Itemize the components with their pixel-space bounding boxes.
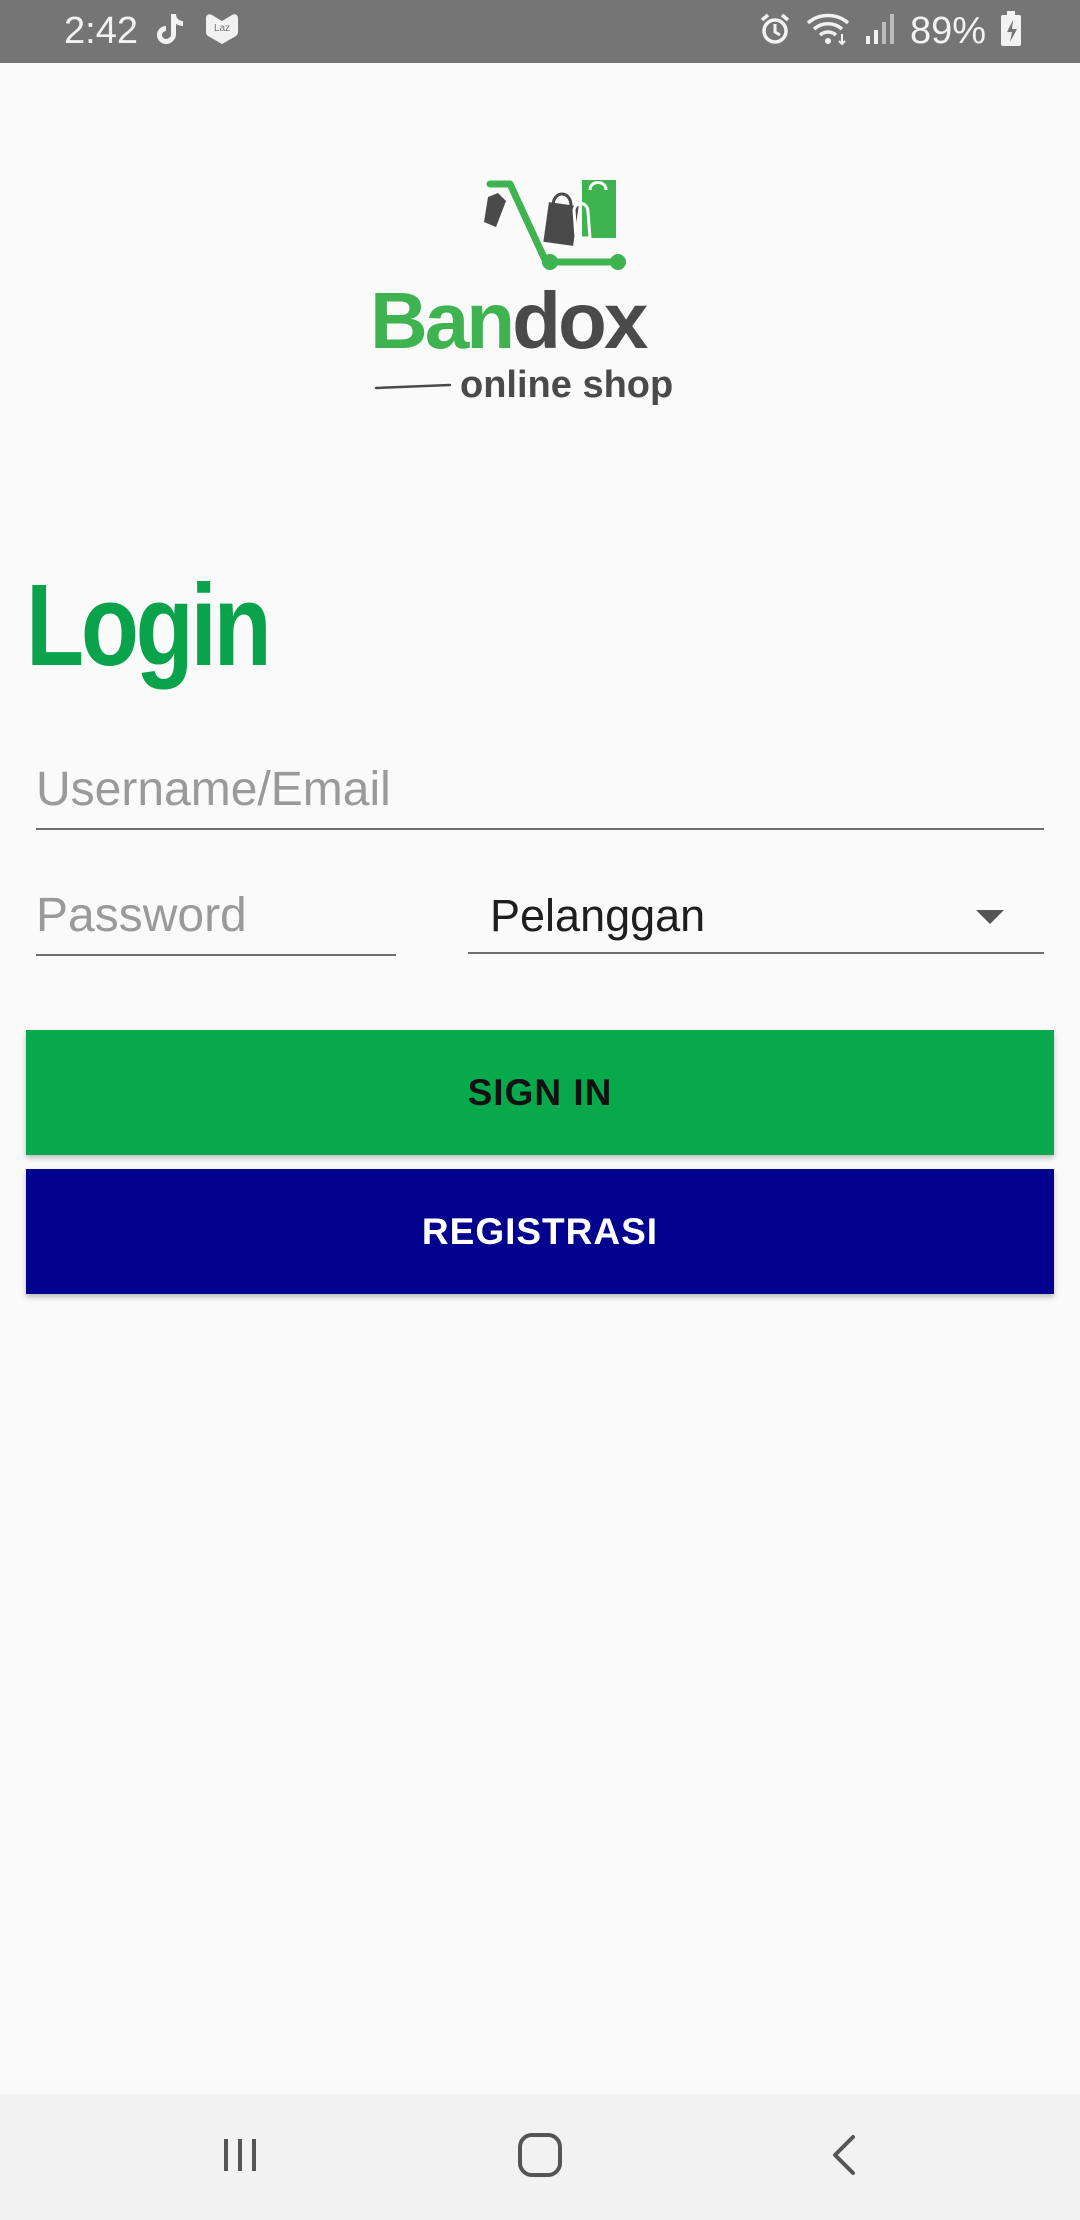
svg-text:Bandox: Bandox — [370, 276, 648, 365]
notification-icons: Laz — [155, 12, 241, 51]
role-selected-value: Pelanggan — [490, 890, 706, 941]
status-time: 2:42 — [64, 10, 138, 52]
shopping-cart-icon — [484, 180, 626, 270]
back-icon — [825, 2131, 865, 2184]
status-bar: 2:42 Laz 89% — [0, 0, 1080, 63]
back-button[interactable] — [745, 2094, 945, 2220]
logo-tagline: online shop — [460, 364, 673, 406]
password-input[interactable] — [36, 876, 396, 954]
username-field — [36, 750, 1044, 830]
password-field — [36, 876, 396, 956]
login-screen: 2:42 Laz 89% Bandox online shop Login Us… — [0, 0, 1080, 2220]
username-input[interactable] — [36, 750, 1044, 828]
home-button[interactable] — [440, 2094, 640, 2220]
recent-apps-icon — [218, 2133, 262, 2182]
page-title: Login — [26, 560, 272, 690]
alarm-icon — [758, 12, 792, 51]
tiktok-icon — [155, 12, 185, 51]
role-dropdown[interactable]: Pelanggan — [468, 878, 1044, 954]
recent-apps-button[interactable] — [140, 2094, 340, 2220]
sign-in-button[interactable]: SIGN IN — [26, 1030, 1054, 1155]
register-button[interactable]: REGISTRASI — [26, 1169, 1054, 1294]
wifi-icon — [806, 12, 850, 51]
lazada-icon: Laz — [203, 12, 241, 51]
system-status-icons: 89% — [758, 9, 1022, 53]
bandox-logo: Bandox online shop — [370, 170, 710, 410]
home-icon — [516, 2131, 564, 2184]
battery-charging-icon — [1000, 10, 1022, 52]
signal-icon — [864, 12, 896, 51]
battery-percent: 89% — [909, 10, 986, 52]
dropdown-arrow-icon — [976, 910, 1004, 924]
system-nav-bar — [0, 2094, 1080, 2220]
svg-text:Laz: Laz — [214, 23, 230, 34]
